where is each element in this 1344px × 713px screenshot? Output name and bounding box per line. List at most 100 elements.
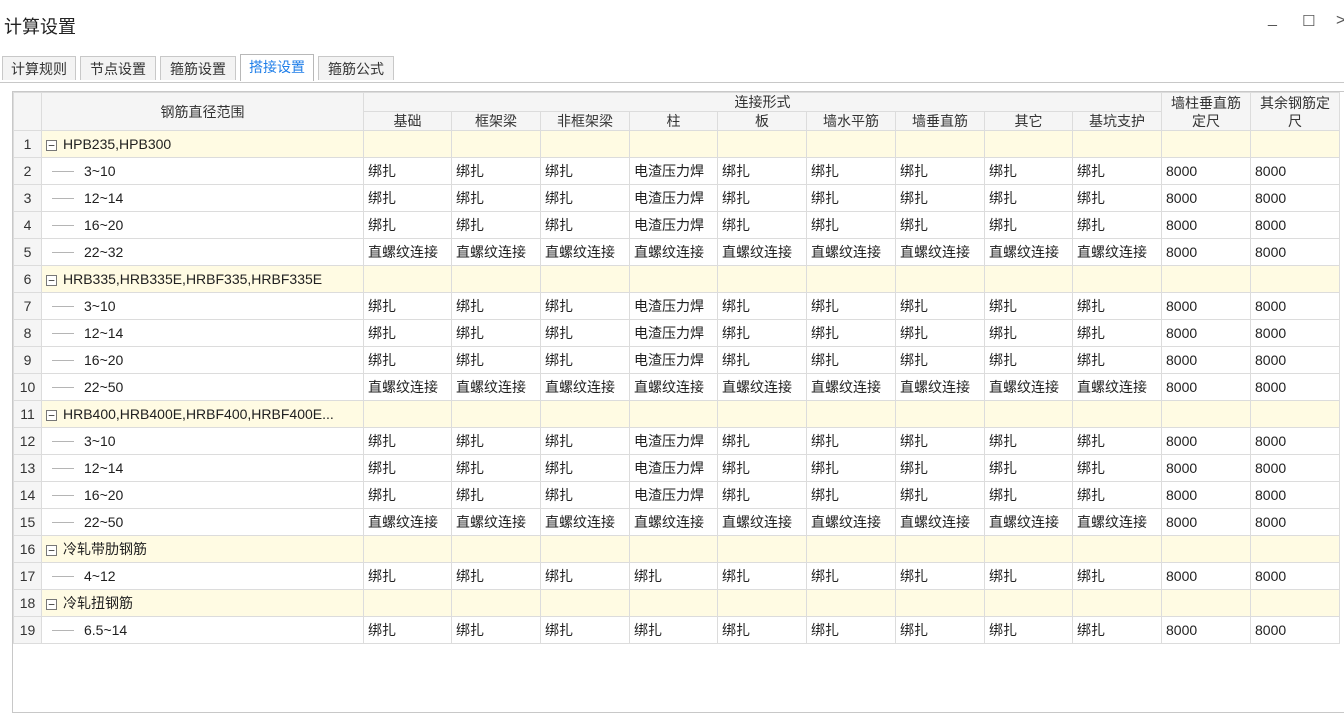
connection-type-cell[interactable]: 绑扎: [717, 319, 807, 347]
connection-type-cell[interactable]: [1072, 130, 1162, 158]
connection-type-cell[interactable]: 绑扎: [363, 346, 452, 374]
diameter-range-cell[interactable]: 4~12: [41, 562, 364, 590]
connection-type-cell[interactable]: 绑扎: [451, 616, 541, 644]
connection-type-cell[interactable]: 电渣压力焊: [629, 481, 718, 509]
fixed-length-cell[interactable]: 8000: [1250, 373, 1340, 401]
connection-type-cell[interactable]: 绑扎: [984, 211, 1073, 239]
connection-type-cell[interactable]: 绑扎: [984, 319, 1073, 347]
connection-type-cell[interactable]: 绑扎: [717, 184, 807, 212]
connection-type-cell[interactable]: [629, 265, 718, 293]
diameter-range-cell[interactable]: 22~32: [41, 238, 364, 266]
minimize-icon[interactable]: _: [1268, 10, 1277, 28]
connection-type-cell[interactable]: 绑扎: [717, 427, 807, 455]
fixed-length-cell[interactable]: 8000: [1250, 319, 1340, 347]
connection-type-cell[interactable]: 绑扎: [540, 184, 630, 212]
table-row[interactable]: 8 12~14 绑扎 绑扎 绑扎 电渣压力焊 绑扎 绑扎 绑扎 绑扎 绑扎 8000 8000: [13, 319, 1340, 347]
fixed-length-cell[interactable]: [1250, 589, 1340, 617]
connection-type-cell[interactable]: 绑扎: [451, 157, 541, 185]
connection-type-cell[interactable]: 绑扎: [806, 346, 896, 374]
connection-type-cell[interactable]: 绑扎: [806, 481, 896, 509]
diameter-range-cell[interactable]: 22~50: [41, 508, 364, 536]
connection-type-cell[interactable]: [540, 400, 630, 428]
fixed-length-cell[interactable]: 8000: [1161, 184, 1251, 212]
connection-type-cell[interactable]: 绑扎: [540, 292, 630, 320]
connection-type-cell[interactable]: [363, 400, 452, 428]
tab-node-settings[interactable]: 节点设置: [80, 56, 156, 80]
fixed-length-cell[interactable]: 8000: [1250, 562, 1340, 590]
fixed-length-cell[interactable]: 8000: [1161, 481, 1251, 509]
connection-type-cell[interactable]: 绑扎: [895, 454, 985, 482]
connection-type-cell[interactable]: 绑扎: [363, 292, 452, 320]
connection-type-cell[interactable]: 绑扎: [984, 292, 1073, 320]
table-group-row[interactable]: 11− HRB400,HRB400E,HRBF400,HRBF400E...: [13, 400, 1340, 428]
tab-stirrup-settings[interactable]: 箍筋设置: [160, 56, 236, 80]
steel-grade-cell[interactable]: − 冷轧带肋钢筋: [41, 535, 364, 563]
fixed-length-cell[interactable]: 8000: [1250, 184, 1340, 212]
steel-grade-cell[interactable]: − HRB400,HRB400E,HRBF400,HRBF400E...: [41, 400, 364, 428]
close-icon[interactable]: >: [1336, 12, 1344, 30]
table-row[interactable]: 17 4~12 绑扎 绑扎 绑扎 绑扎 绑扎 绑扎 绑扎 绑扎 绑扎 8000 8000: [13, 562, 1340, 590]
fixed-length-cell[interactable]: 8000: [1250, 211, 1340, 239]
connection-type-cell[interactable]: 直螺纹连接: [451, 373, 541, 401]
connection-type-cell[interactable]: 直螺纹连接: [1072, 373, 1162, 401]
table-group-row[interactable]: 16− 冷轧带肋钢筋: [13, 535, 1340, 563]
fixed-length-cell[interactable]: [1250, 130, 1340, 158]
connection-type-cell[interactable]: 绑扎: [363, 319, 452, 347]
connection-type-cell[interactable]: 绑扎: [540, 616, 630, 644]
connection-type-cell[interactable]: 直螺纹连接: [984, 373, 1073, 401]
connection-type-cell[interactable]: 绑扎: [363, 616, 452, 644]
connection-type-cell[interactable]: 电渣压力焊: [629, 427, 718, 455]
fixed-length-cell[interactable]: 8000: [1250, 481, 1340, 509]
connection-type-cell[interactable]: 绑扎: [984, 454, 1073, 482]
collapse-icon[interactable]: −: [46, 409, 57, 421]
table-row[interactable]: 10 22~50 直螺纹连接 直螺纹连接 直螺纹连接 直螺纹连接 直螺纹连接 直螺纹连接 直螺纹…: [13, 373, 1340, 401]
connection-type-cell[interactable]: 绑扎: [363, 211, 452, 239]
connection-type-cell[interactable]: 绑扎: [1072, 454, 1162, 482]
connection-type-cell[interactable]: [540, 130, 630, 158]
connection-type-cell[interactable]: [451, 400, 541, 428]
collapse-icon[interactable]: −: [46, 598, 57, 610]
fixed-length-cell[interactable]: [1161, 400, 1251, 428]
connection-type-cell[interactable]: 直螺纹连接: [717, 373, 807, 401]
connection-type-cell[interactable]: 绑扎: [984, 184, 1073, 212]
connection-type-cell[interactable]: 电渣压力焊: [629, 157, 718, 185]
collapse-icon[interactable]: −: [46, 139, 57, 151]
fixed-length-cell[interactable]: [1250, 535, 1340, 563]
connection-type-cell[interactable]: 绑扎: [451, 319, 541, 347]
table-row[interactable]: 7 3~10 绑扎 绑扎 绑扎 电渣压力焊 绑扎 绑扎 绑扎 绑扎 绑扎 8000 8000: [13, 292, 1340, 320]
connection-type-cell[interactable]: 绑扎: [1072, 292, 1162, 320]
connection-type-cell[interactable]: 绑扎: [895, 427, 985, 455]
connection-type-cell[interactable]: [984, 265, 1073, 293]
fixed-length-cell[interactable]: 8000: [1250, 157, 1340, 185]
connection-type-cell[interactable]: [895, 400, 985, 428]
fixed-length-cell[interactable]: 8000: [1161, 562, 1251, 590]
connection-type-cell[interactable]: 绑扎: [806, 454, 896, 482]
fixed-length-cell[interactable]: 8000: [1161, 427, 1251, 455]
connection-type-cell[interactable]: [451, 265, 541, 293]
fixed-length-cell[interactable]: [1250, 400, 1340, 428]
connection-type-cell[interactable]: 直螺纹连接: [1072, 508, 1162, 536]
diameter-range-cell[interactable]: 22~50: [41, 373, 364, 401]
diameter-range-cell[interactable]: 12~14: [41, 454, 364, 482]
connection-type-cell[interactable]: 直螺纹连接: [451, 238, 541, 266]
table-group-row[interactable]: 1− HPB235,HPB300: [13, 130, 1340, 158]
connection-type-cell[interactable]: 直螺纹连接: [895, 373, 985, 401]
connection-type-cell[interactable]: 直螺纹连接: [895, 508, 985, 536]
table-group-row[interactable]: 6− HRB335,HRB335E,HRBF335,HRBF335E: [13, 265, 1340, 293]
fixed-length-cell[interactable]: 8000: [1161, 238, 1251, 266]
connection-type-cell[interactable]: [629, 130, 718, 158]
connection-type-cell[interactable]: [1072, 400, 1162, 428]
connection-type-cell[interactable]: 绑扎: [540, 481, 630, 509]
connection-type-cell[interactable]: [451, 130, 541, 158]
fixed-length-cell[interactable]: 8000: [1161, 508, 1251, 536]
connection-type-cell[interactable]: 直螺纹连接: [540, 238, 630, 266]
table-row[interactable]: 2 3~10 绑扎 绑扎 绑扎 电渣压力焊 绑扎 绑扎 绑扎 绑扎 绑扎 8000 8000: [13, 157, 1340, 185]
connection-type-cell[interactable]: 电渣压力焊: [629, 346, 718, 374]
connection-type-cell[interactable]: 绑扎: [363, 184, 452, 212]
connection-type-cell[interactable]: [363, 589, 452, 617]
steel-grade-cell[interactable]: − HPB235,HPB300: [41, 130, 364, 158]
connection-type-cell[interactable]: 绑扎: [451, 481, 541, 509]
connection-type-cell[interactable]: 绑扎: [1072, 184, 1162, 212]
connection-type-cell[interactable]: 绑扎: [629, 616, 718, 644]
connection-type-cell[interactable]: 电渣压力焊: [629, 211, 718, 239]
